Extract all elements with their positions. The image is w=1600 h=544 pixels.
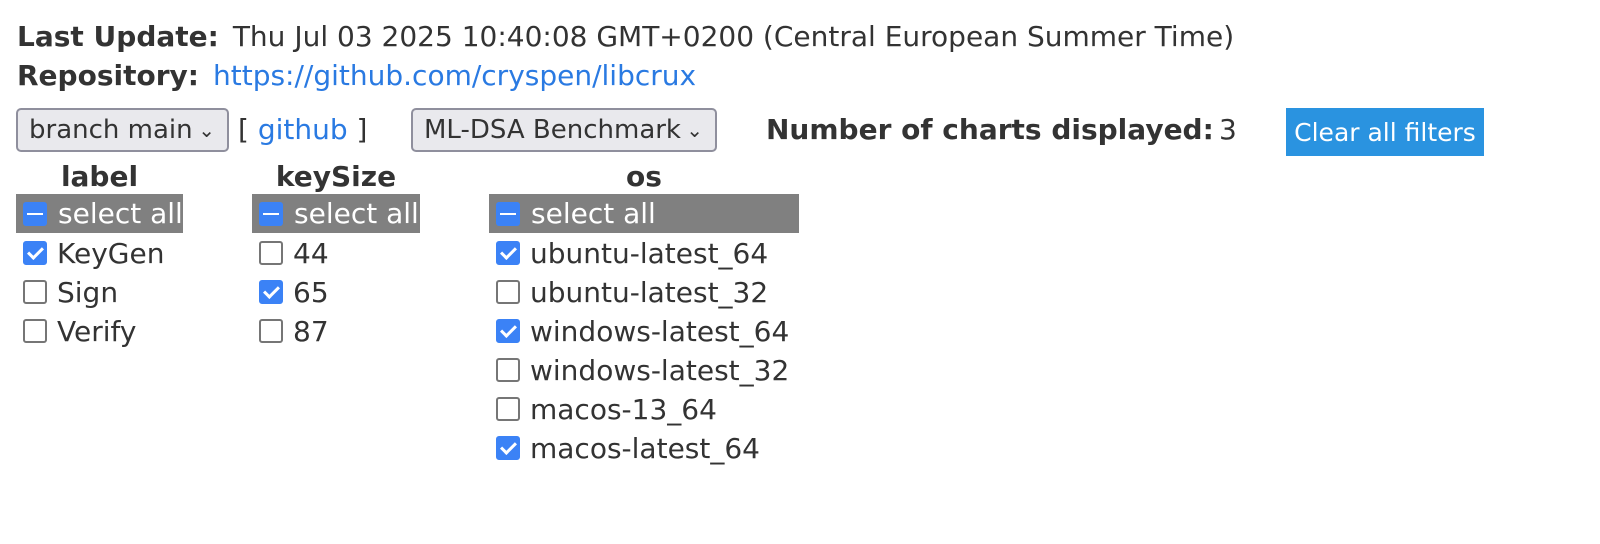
option-label: Verify: [57, 315, 137, 348]
checkbox-icon[interactable]: [259, 319, 283, 343]
option-label: macos-13_64: [530, 393, 717, 426]
option-label: ubuntu-latest_64: [530, 237, 769, 270]
keysize-select-all-text: select all: [294, 197, 419, 230]
label-option-verify[interactable]: Verify: [23, 312, 136, 351]
keysize-select-all[interactable]: select all: [252, 194, 420, 233]
os-option-macos-latest-64[interactable]: macos-latest_64: [496, 429, 760, 468]
benchmark-select[interactable]: ML-DSA Benchmark ⌄: [411, 108, 717, 152]
checkbox-icon[interactable]: [496, 436, 520, 460]
keysize-column-header: keySize: [275, 160, 397, 193]
checkbox-icon[interactable]: [496, 241, 520, 265]
clear-all-filters-button[interactable]: Clear all filters: [1286, 108, 1484, 156]
os-option-windows-latest-32[interactable]: windows-latest_32: [496, 351, 789, 390]
os-column-header: os: [626, 160, 662, 193]
indeterminate-checkbox-icon: [496, 202, 520, 226]
keysize-option-65[interactable]: 65: [259, 273, 329, 312]
option-label: windows-latest_64: [530, 315, 790, 348]
checkbox-icon[interactable]: [496, 280, 520, 304]
label-option-keygen[interactable]: KeyGen: [23, 234, 164, 273]
branch-select-value: branch main: [29, 115, 193, 145]
option-label: 44: [293, 237, 329, 270]
os-select-all-text: select all: [531, 197, 656, 230]
os-select-all[interactable]: select all: [489, 194, 799, 233]
option-label: 65: [293, 276, 329, 309]
indeterminate-checkbox-icon: [23, 202, 47, 226]
checkbox-icon[interactable]: [496, 319, 520, 343]
option-label: macos-latest_64: [530, 432, 760, 465]
label-select-all[interactable]: select all: [16, 194, 183, 233]
option-label: Sign: [57, 276, 119, 309]
option-label: ubuntu-latest_32: [530, 276, 769, 309]
checkbox-icon[interactable]: [496, 397, 520, 421]
github-link-wrapper: [ github ]: [238, 110, 367, 150]
option-label: KeyGen: [57, 237, 165, 270]
checkbox-icon[interactable]: [259, 241, 283, 265]
chevron-down-icon: ⌄: [686, 118, 703, 142]
last-update-value: Thu Jul 03 2025 10:40:08 GMT+0200 (Centr…: [232, 20, 1235, 53]
os-option-macos-13-64[interactable]: macos-13_64: [496, 390, 717, 429]
branch-select[interactable]: branch main ⌄: [16, 108, 229, 152]
os-option-ubuntu-latest-64[interactable]: ubuntu-latest_64: [496, 234, 768, 273]
bracket-close: ]: [356, 113, 368, 146]
checkbox-icon[interactable]: [23, 319, 47, 343]
label-column-header: label: [60, 160, 139, 193]
charts-count-value: 3: [1219, 113, 1237, 146]
repository-label: Repository:: [17, 59, 199, 92]
last-update-label: Last Update:: [17, 20, 219, 53]
repository-link[interactable]: https://github.com/cryspen/libcrux: [213, 59, 696, 92]
checkbox-icon[interactable]: [496, 358, 520, 382]
checkbox-icon[interactable]: [23, 241, 47, 265]
option-label: windows-latest_32: [530, 354, 790, 387]
benchmark-select-value: ML-DSA Benchmark: [424, 115, 681, 145]
chevron-down-icon: ⌄: [198, 118, 215, 142]
keysize-option-44[interactable]: 44: [259, 234, 329, 273]
os-option-ubuntu-latest-32[interactable]: ubuntu-latest_32: [496, 273, 768, 312]
checkbox-icon[interactable]: [259, 280, 283, 304]
os-option-windows-latest-64[interactable]: windows-latest_64: [496, 312, 789, 351]
github-link[interactable]: github: [258, 113, 348, 146]
option-label: 87: [293, 315, 329, 348]
last-update-line: Last Update: Thu Jul 03 2025 10:40:08 GMT…: [17, 18, 1234, 56]
bracket-open: [: [238, 113, 249, 146]
repository-line: Repository: https://github.com/cryspen/li…: [17, 57, 696, 95]
checkbox-icon[interactable]: [23, 280, 47, 304]
indeterminate-checkbox-icon: [259, 202, 283, 226]
charts-count-label: Number of charts displayed:: [766, 113, 1214, 146]
label-option-sign[interactable]: Sign: [23, 273, 118, 312]
keysize-option-87[interactable]: 87: [259, 312, 329, 351]
label-select-all-text: select all: [58, 197, 183, 230]
